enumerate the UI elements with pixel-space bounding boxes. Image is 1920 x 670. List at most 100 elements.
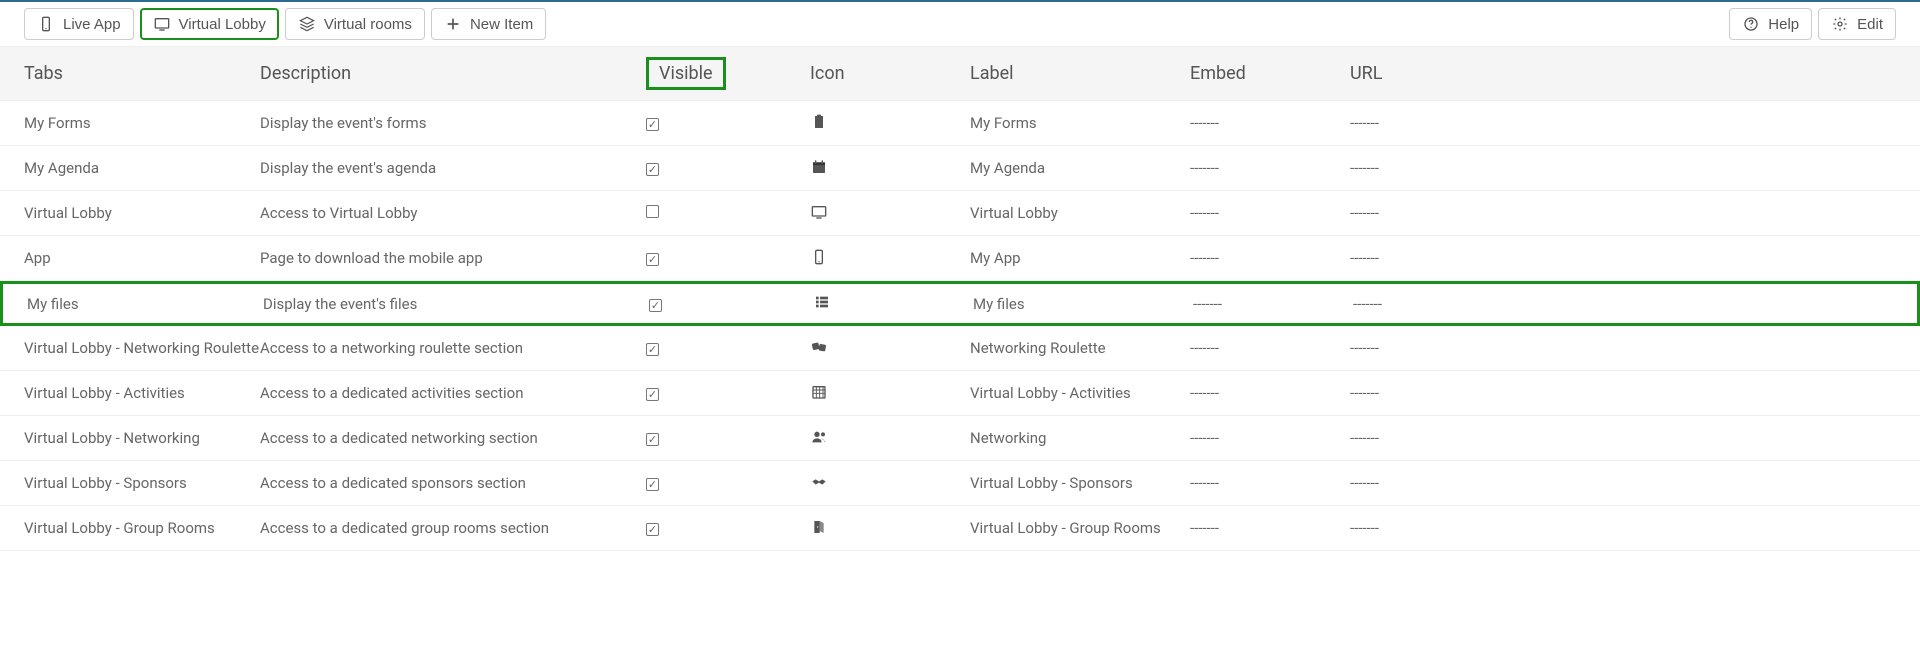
cell-label: Virtual Lobby xyxy=(970,204,1190,222)
cell-tabs: Virtual Lobby - Networking xyxy=(0,429,260,447)
visible-checkbox[interactable] xyxy=(649,299,662,312)
col-header-description: Description xyxy=(260,63,630,84)
table-row[interactable]: Virtual Lobby - Activities Access to a d… xyxy=(0,371,1920,416)
table-row[interactable]: App Page to download the mobile app My A… xyxy=(0,236,1920,281)
new-item-label: New Item xyxy=(470,16,533,33)
virtual-rooms-button[interactable]: Virtual rooms xyxy=(285,8,425,40)
virtual-lobby-label: Virtual Lobby xyxy=(179,16,266,33)
cell-label: Networking Roulette xyxy=(970,339,1190,357)
cell-url: ------- xyxy=(1353,295,1533,313)
table-header: Tabs Description Visible Icon Label Embe… xyxy=(0,46,1920,101)
visible-checkbox[interactable] xyxy=(646,343,659,356)
cell-embed: ------- xyxy=(1190,429,1350,447)
cell-visible[interactable] xyxy=(633,295,813,313)
table-row[interactable]: Virtual Lobby Access to Virtual Lobby Vi… xyxy=(0,191,1920,236)
cell-url: ------- xyxy=(1350,339,1530,357)
cell-visible[interactable] xyxy=(630,474,810,492)
visible-checkbox[interactable] xyxy=(646,118,659,131)
plus-icon xyxy=(444,15,462,33)
cell-description: Display the event's agenda xyxy=(260,159,630,177)
edit-button[interactable]: Edit xyxy=(1818,8,1896,40)
table-row[interactable]: My files Display the event's files My fi… xyxy=(0,281,1920,326)
visible-checkbox[interactable] xyxy=(646,163,659,176)
cell-icon xyxy=(810,383,970,404)
cell-tabs: App xyxy=(0,249,260,267)
table-row[interactable]: Virtual Lobby - Sponsors Access to a ded… xyxy=(0,461,1920,506)
virtual-lobby-button[interactable]: Virtual Lobby xyxy=(140,8,279,40)
cell-tabs: Virtual Lobby - Sponsors xyxy=(0,474,260,492)
cell-embed: ------- xyxy=(1190,339,1350,357)
calendar-grid-icon xyxy=(810,383,828,401)
cell-tabs: Virtual Lobby - Group Rooms xyxy=(0,519,260,537)
visible-checkbox[interactable] xyxy=(646,433,659,446)
help-label: Help xyxy=(1768,16,1799,33)
cell-description: Display the event's files xyxy=(263,295,633,313)
cell-label: My files xyxy=(973,295,1193,313)
cell-visible[interactable] xyxy=(630,249,810,267)
cell-url: ------- xyxy=(1350,249,1530,267)
cell-icon xyxy=(813,293,973,314)
table-row[interactable]: My Forms Display the event's forms My Fo… xyxy=(0,101,1920,146)
cell-description: Access to a dedicated group rooms sectio… xyxy=(260,519,630,537)
col-header-icon: Icon xyxy=(810,63,970,84)
new-item-button[interactable]: New Item xyxy=(431,8,546,40)
cell-visible[interactable] xyxy=(630,114,810,132)
clipboard-icon xyxy=(810,113,828,131)
cell-visible[interactable] xyxy=(630,204,810,222)
cell-tabs: Virtual Lobby - Networking Roulette xyxy=(0,339,260,357)
visible-checkbox[interactable] xyxy=(646,388,659,401)
cell-description: Access to Virtual Lobby xyxy=(260,204,630,222)
list-icon xyxy=(813,293,831,311)
cell-url: ------- xyxy=(1350,384,1530,402)
monitor-icon xyxy=(153,15,171,33)
col-header-label: Label xyxy=(970,63,1190,84)
cell-tabs: Virtual Lobby - Activities xyxy=(0,384,260,402)
cell-embed: ------- xyxy=(1190,474,1350,492)
layers-icon xyxy=(298,15,316,33)
visible-checkbox[interactable] xyxy=(646,253,659,266)
table-scroll[interactable]: Tabs Description Visible Icon Label Embe… xyxy=(0,46,1920,664)
cell-label: Networking xyxy=(970,429,1190,447)
mobile-icon xyxy=(810,248,828,266)
cell-icon xyxy=(810,113,970,134)
cell-url: ------- xyxy=(1350,204,1530,222)
live-app-button[interactable]: Live App xyxy=(24,8,134,40)
cell-label: My Forms xyxy=(970,114,1190,132)
help-button[interactable]: Help xyxy=(1729,8,1812,40)
cell-visible[interactable] xyxy=(630,429,810,447)
table-row[interactable]: Virtual Lobby - Group Rooms Access to a … xyxy=(0,506,1920,551)
cell-label: My App xyxy=(970,249,1190,267)
cell-label: Virtual Lobby - Sponsors xyxy=(970,474,1190,492)
mobile-icon xyxy=(37,15,55,33)
cell-embed: ------- xyxy=(1193,295,1353,313)
visible-checkbox[interactable] xyxy=(646,205,659,218)
cell-url: ------- xyxy=(1350,114,1530,132)
cell-embed: ------- xyxy=(1190,204,1350,222)
table-row[interactable]: Virtual Lobby - Networking Roulette Acce… xyxy=(0,326,1920,371)
cell-url: ------- xyxy=(1350,519,1530,537)
cell-description: Access to a networking roulette section xyxy=(260,339,630,357)
table-row[interactable]: Virtual Lobby - Networking Access to a d… xyxy=(0,416,1920,461)
col-header-visible: Visible xyxy=(630,57,810,90)
help-icon xyxy=(1742,15,1760,33)
calendar-icon xyxy=(810,158,828,176)
cell-icon xyxy=(810,158,970,179)
cell-visible[interactable] xyxy=(630,159,810,177)
table-body: My Forms Display the event's forms My Fo… xyxy=(0,101,1920,551)
cell-embed: ------- xyxy=(1190,384,1350,402)
cell-visible[interactable] xyxy=(630,339,810,357)
visible-checkbox[interactable] xyxy=(646,478,659,491)
cell-tabs: Virtual Lobby xyxy=(0,204,260,222)
visible-checkbox[interactable] xyxy=(646,523,659,536)
cell-embed: ------- xyxy=(1190,249,1350,267)
cell-visible[interactable] xyxy=(630,519,810,537)
cell-icon xyxy=(810,248,970,269)
cell-tabs: My Agenda xyxy=(0,159,260,177)
table-row[interactable]: My Agenda Display the event's agenda My … xyxy=(0,146,1920,191)
cell-url: ------- xyxy=(1350,474,1530,492)
cell-visible[interactable] xyxy=(630,384,810,402)
handshake-icon xyxy=(810,473,828,491)
users-icon xyxy=(810,428,828,446)
cell-url: ------- xyxy=(1350,159,1530,177)
virtual-rooms-label: Virtual rooms xyxy=(324,16,412,33)
